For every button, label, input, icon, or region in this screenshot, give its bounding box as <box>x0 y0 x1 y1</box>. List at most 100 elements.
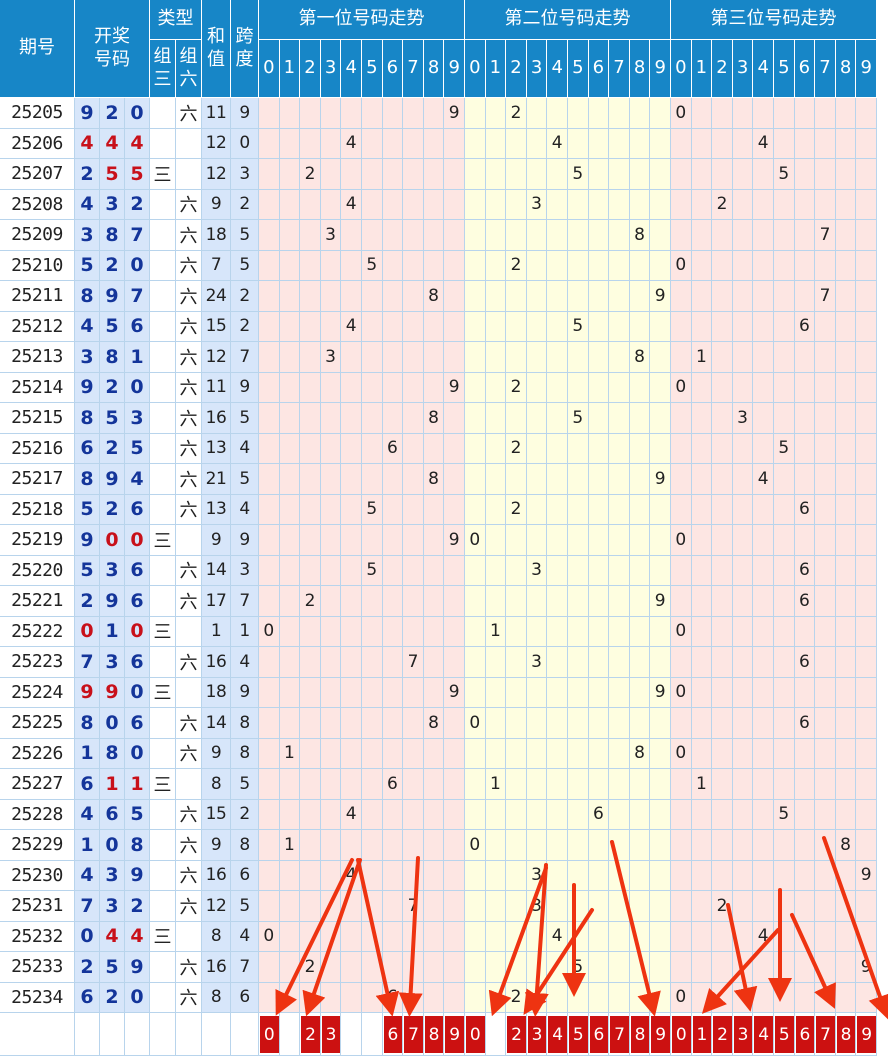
draw-digit-3: 3 <box>125 403 150 434</box>
trend-hit: 2 <box>712 189 733 220</box>
trend-cell <box>691 464 713 495</box>
trend-cell <box>568 128 589 159</box>
trend-cell <box>753 220 774 251</box>
trend-cell <box>382 281 404 312</box>
trend-cell <box>423 372 445 403</box>
trend-cell <box>259 677 280 708</box>
header-trend3-digit-0: 0 <box>671 40 692 98</box>
trend-cell <box>362 891 383 922</box>
draw-digit-1: 4 <box>75 860 100 891</box>
trend-cell <box>465 494 486 525</box>
draw-digit-1: 1 <box>75 830 100 861</box>
trend-hit: 0 <box>671 677 692 708</box>
type-g6-cell: 六 <box>176 982 202 1013</box>
trend-hit: 8 <box>423 708 445 739</box>
trend-hit: 6 <box>794 555 816 586</box>
pick-digit-pos3: 8 <box>836 1016 856 1053</box>
trend-cell <box>691 677 713 708</box>
trend-cell <box>485 555 507 586</box>
draw-digit-3: 5 <box>125 799 150 830</box>
type-g3-cell <box>150 708 176 739</box>
trend-cell <box>650 891 671 922</box>
trend-cell <box>485 433 507 464</box>
trend-cell <box>732 647 754 678</box>
pick-digit-pos2: 2 <box>507 1016 526 1053</box>
trend-cell <box>835 555 857 586</box>
trend-cell <box>588 952 610 983</box>
trend-cell <box>526 281 548 312</box>
trend-cell <box>588 159 610 190</box>
trend-cell <box>320 586 342 617</box>
trend-cell <box>568 281 589 312</box>
trend-cell <box>259 372 280 403</box>
type-g6-cell: 六 <box>176 220 202 251</box>
draw-digit-3: 6 <box>125 586 150 617</box>
trend-cell <box>671 311 692 342</box>
trend-cell <box>815 982 836 1013</box>
trend-cell <box>568 433 589 464</box>
trend-cell <box>485 586 507 617</box>
trend-cell <box>568 921 589 952</box>
trend-cell <box>526 921 548 952</box>
type-g6-cell: 六 <box>176 555 202 586</box>
trend-cell <box>732 799 754 830</box>
trend-cell <box>403 708 424 739</box>
trend-cell <box>362 464 383 495</box>
trend-cell <box>403 921 424 952</box>
trend-cell <box>444 891 465 922</box>
trend-cell <box>629 769 651 800</box>
trend-cell <box>650 982 671 1013</box>
trend-cell <box>382 647 404 678</box>
trend-hit: 8 <box>423 403 445 434</box>
trend-cell <box>259 403 280 434</box>
draw-digit-2: 3 <box>100 891 125 922</box>
trend-cell <box>691 891 713 922</box>
sum-cell: 8 <box>202 769 231 800</box>
draw-digit-1: 9 <box>75 525 100 556</box>
trend-cell <box>259 525 280 556</box>
draw-digit-3: 6 <box>125 647 150 678</box>
trend-cell <box>856 189 877 220</box>
trend-cell <box>403 860 424 891</box>
trend-cell <box>362 189 383 220</box>
draw-digit-3: 5 <box>125 433 150 464</box>
footer-cell <box>100 1013 125 1056</box>
period-cell: 25224 <box>0 677 75 708</box>
type-g3-cell <box>150 555 176 586</box>
trend-cell <box>815 860 836 891</box>
draw-digit-2: 8 <box>100 220 125 251</box>
trend-cell <box>300 281 321 312</box>
trend-cell <box>712 799 733 830</box>
draw-digit-1: 7 <box>75 891 100 922</box>
trend-hit: 4 <box>753 921 774 952</box>
trend-cell <box>362 982 383 1013</box>
sum-cell: 1 <box>202 616 231 647</box>
trend-cell <box>465 342 486 373</box>
footer-cell <box>231 1013 259 1056</box>
trend-cell <box>712 769 733 800</box>
draw-digit-1: 6 <box>75 769 100 800</box>
trend-cell <box>485 403 507 434</box>
trend-cell <box>465 464 486 495</box>
trend-cell <box>320 464 342 495</box>
trend-cell <box>362 220 383 251</box>
draw-digit-3: 0 <box>125 250 150 281</box>
trend-hit: 5 <box>774 433 795 464</box>
trend-cell <box>259 464 280 495</box>
header-sum: 和值 <box>202 0 231 98</box>
type-g3-cell <box>150 464 176 495</box>
trend-cell <box>588 769 610 800</box>
trend-hit: 1 <box>279 738 301 769</box>
trend-cell <box>856 769 877 800</box>
trend-cell <box>671 159 692 190</box>
trend-cell <box>732 433 754 464</box>
span-cell: 2 <box>231 281 259 312</box>
trend-cell <box>691 189 713 220</box>
draw-digit-1: 6 <box>75 982 100 1013</box>
header-trend2-digit-5: 5 <box>568 40 589 98</box>
trend-hit: 3 <box>526 555 548 586</box>
trend-cell <box>609 677 630 708</box>
type-g3-cell <box>150 220 176 251</box>
span-cell: 5 <box>231 403 259 434</box>
trend-cell <box>382 311 404 342</box>
